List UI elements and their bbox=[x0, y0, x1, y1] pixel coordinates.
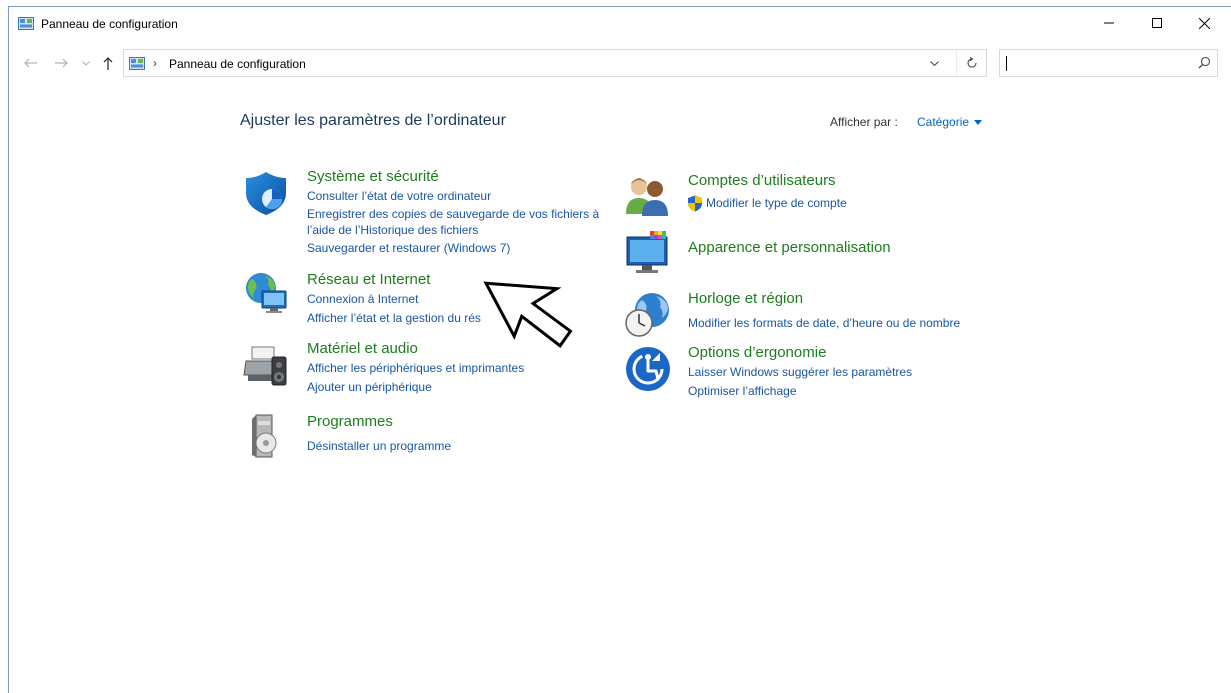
text-caret bbox=[1006, 56, 1007, 71]
minimize-icon bbox=[1104, 22, 1114, 24]
network-globe-icon[interactable] bbox=[242, 269, 290, 317]
address-bar[interactable]: › Panneau de configuration bbox=[123, 49, 987, 77]
minimize-button[interactable] bbox=[1086, 7, 1132, 39]
up-arrow-icon bbox=[103, 56, 113, 70]
link-file-history-backup[interactable]: Enregistrer des copies de sauvegarde de … bbox=[307, 207, 599, 222]
clock-globe-icon[interactable] bbox=[624, 290, 672, 338]
back-button[interactable] bbox=[21, 53, 41, 73]
shield-icon[interactable] bbox=[242, 169, 290, 217]
refresh-icon bbox=[966, 57, 977, 68]
link-backup-restore-win7[interactable]: Sauvegarder et restaurer (Windows 7) bbox=[307, 241, 510, 256]
category-user-accounts[interactable]: Comptes d’utilisateurs bbox=[688, 172, 836, 189]
forward-arrow-icon bbox=[55, 58, 68, 68]
category-network-internet[interactable]: Réseau et Internet bbox=[307, 271, 430, 288]
maximize-button[interactable] bbox=[1134, 7, 1180, 39]
breadcrumb[interactable]: Panneau de configuration bbox=[169, 57, 306, 71]
link-change-account-type[interactable]: Modifier le type de compte bbox=[706, 196, 847, 211]
up-button[interactable] bbox=[99, 53, 117, 73]
link-optimize-display[interactable]: Optimiser l’affichage bbox=[688, 384, 797, 399]
title-bar[interactable]: Panneau de configuration bbox=[9, 7, 1231, 39]
control-panel-icon bbox=[129, 57, 145, 70]
chevron-down-icon bbox=[82, 60, 90, 66]
address-dropdown-button[interactable] bbox=[922, 50, 946, 76]
category-programs[interactable]: Programmes bbox=[307, 413, 393, 430]
link-uninstall-program[interactable]: Désinstaller un programme bbox=[307, 439, 451, 454]
chevron-down-icon bbox=[929, 60, 939, 66]
link-check-computer-status[interactable]: Consulter l’état de votre ordinateur bbox=[307, 189, 491, 204]
close-icon bbox=[1198, 17, 1210, 29]
forward-button[interactable] bbox=[51, 53, 71, 73]
control-panel-window: Panneau de configuration › Panneau de co… bbox=[8, 6, 1231, 693]
navigation-bar: › Panneau de configuration bbox=[9, 49, 1231, 79]
maximize-icon bbox=[1152, 18, 1162, 28]
refresh-button[interactable] bbox=[956, 50, 986, 76]
link-connect-internet[interactable]: Connexion à Internet bbox=[307, 292, 418, 307]
caret-down-icon bbox=[974, 119, 983, 125]
breadcrumb-separator[interactable]: › bbox=[153, 56, 157, 70]
mouse-pointer-icon bbox=[483, 281, 573, 348]
appearance-monitor-icon[interactable] bbox=[624, 229, 672, 277]
link-file-history-backup-cont[interactable]: l’aide de l’Historique des fichiers bbox=[307, 223, 478, 238]
search-icon[interactable] bbox=[1198, 56, 1211, 69]
category-system-security[interactable]: Système et sécurité bbox=[307, 168, 439, 185]
search-input[interactable] bbox=[999, 49, 1218, 77]
link-add-device[interactable]: Ajouter un périphérique bbox=[307, 380, 432, 395]
link-windows-suggest-settings[interactable]: Laisser Windows suggérer les paramètres bbox=[688, 365, 912, 380]
window-title: Panneau de configuration bbox=[41, 17, 178, 31]
category-hardware-sound[interactable]: Matériel et audio bbox=[307, 340, 418, 357]
category-ease-of-access[interactable]: Options d’ergonomie bbox=[688, 344, 826, 361]
link-change-date-formats[interactable]: Modifier les formats de date, d’heure ou… bbox=[688, 316, 960, 331]
view-by-label: Afficher par : bbox=[830, 115, 898, 129]
user-accounts-icon[interactable] bbox=[624, 172, 672, 220]
printer-speaker-icon[interactable] bbox=[242, 341, 290, 389]
programs-box-icon[interactable] bbox=[242, 411, 290, 459]
recent-locations-button[interactable] bbox=[79, 53, 93, 73]
category-clock-region[interactable]: Horloge et région bbox=[688, 290, 803, 307]
view-by-dropdown[interactable]: Catégorie bbox=[917, 115, 983, 129]
ease-of-access-icon[interactable] bbox=[624, 345, 672, 393]
close-button[interactable] bbox=[1181, 7, 1227, 39]
category-appearance[interactable]: Apparence et personnalisation bbox=[688, 239, 891, 256]
view-by-value: Catégorie bbox=[917, 115, 970, 129]
link-network-status[interactable]: Afficher l’état et la gestion du rés bbox=[307, 311, 481, 326]
control-panel-icon bbox=[18, 17, 34, 30]
back-arrow-icon bbox=[24, 58, 37, 68]
page-title: Ajuster les paramètres de l’ordinateur bbox=[240, 112, 506, 129]
uac-shield-icon bbox=[688, 195, 702, 212]
